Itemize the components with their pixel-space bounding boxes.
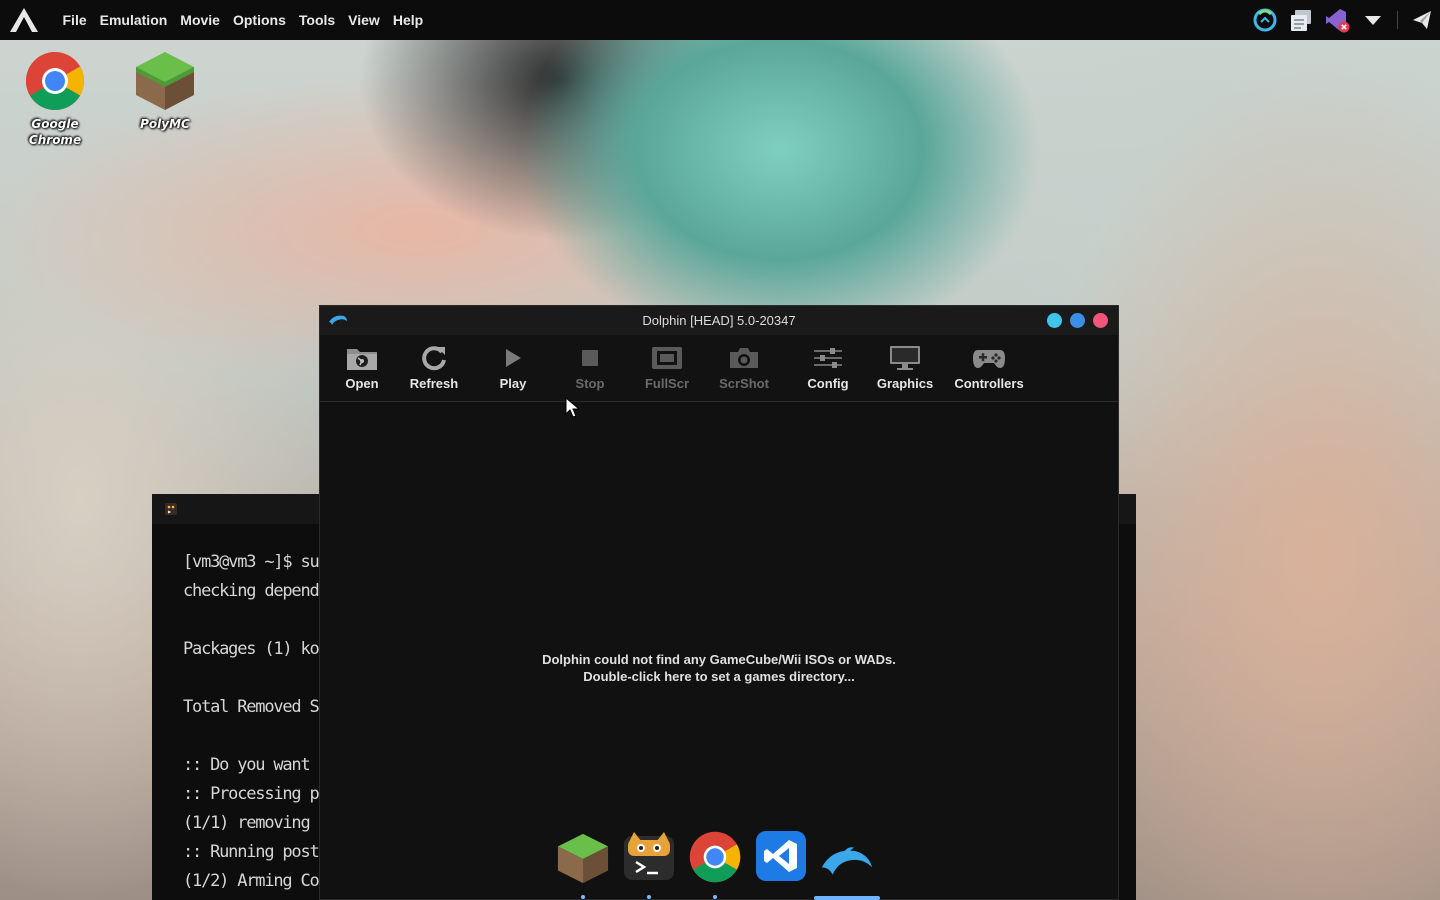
desktop-icon-polymc[interactable]: PolyMC <box>120 50 210 132</box>
menu-movie[interactable]: Movie <box>174 0 227 40</box>
dock-item-dolphin[interactable] <box>814 830 880 900</box>
menu-tools[interactable]: Tools <box>292 0 341 40</box>
graphics-button[interactable]: Graphics <box>876 335 934 402</box>
stop-icon <box>580 343 600 373</box>
sliders-icon <box>812 343 844 373</box>
empty-message-line: Double-click here to set a games directo… <box>583 669 855 684</box>
dolphin-toolbar: Open Refresh Play Stop FullScr ScrShot C… <box>320 335 1118 402</box>
application-menu: File Emulation Movie Options Tools View … <box>56 0 430 40</box>
menu-help[interactable]: Help <box>386 0 429 40</box>
close-button[interactable] <box>1093 313 1108 328</box>
open-label: Open <box>345 376 379 391</box>
screenshot-button[interactable]: ScrShot <box>711 335 777 402</box>
terminal-icon <box>624 832 674 880</box>
chrome-icon <box>689 831 741 883</box>
game-list-area[interactable]: Dolphin could not find any GameCube/Wii … <box>320 403 1118 900</box>
menu-file[interactable]: File <box>56 0 93 40</box>
refresh-label: Refresh <box>409 376 459 391</box>
minimize-button[interactable] <box>1047 313 1062 328</box>
dolphin-app-icon <box>329 315 347 325</box>
vscode-icon <box>756 831 806 881</box>
notification-icon[interactable] <box>1404 0 1440 40</box>
menu-emulation[interactable]: Emulation <box>93 0 174 40</box>
play-icon <box>503 343 523 373</box>
dock-item-terminal[interactable] <box>622 830 676 900</box>
play-button[interactable]: Play <box>469 335 557 402</box>
desktop-icon-label: Google <box>31 117 79 131</box>
stop-label: Stop <box>575 376 605 391</box>
dock-item-polymc[interactable] <box>556 830 610 900</box>
config-button[interactable]: Config <box>777 335 879 402</box>
refresh-button[interactable]: Refresh <box>399 335 469 402</box>
polymc-icon <box>557 833 609 884</box>
running-indicator <box>713 895 717 899</box>
dolphin-titlebar[interactable]: Dolphin [HEAD] 5.0-20347 <box>320 306 1118 335</box>
fullscreen-label: FullScr <box>644 376 690 391</box>
menu-options[interactable]: Options <box>226 0 292 40</box>
dock-item-vscode[interactable] <box>754 830 808 900</box>
graphics-label: Graphics <box>876 376 934 391</box>
chrome-icon <box>26 52 84 110</box>
play-label: Play <box>499 376 527 391</box>
clipboard-icon[interactable] <box>1283 0 1319 40</box>
running-indicator <box>647 895 651 899</box>
empty-game-list-message[interactable]: Dolphin could not find any GameCube/Wii … <box>320 651 1118 685</box>
controllers-button[interactable]: Controllers <box>931 335 1047 402</box>
tray-separator <box>1397 11 1398 29</box>
vscode-error-icon[interactable] <box>1319 0 1355 40</box>
camera-icon <box>728 343 760 373</box>
dolphin-window: Dolphin [HEAD] 5.0-20347 Open Refresh Pl… <box>319 305 1119 900</box>
active-indicator <box>814 896 880 900</box>
empty-message-line: Dolphin could not find any GameCube/Wii … <box>542 652 896 667</box>
mouse-cursor-icon <box>565 397 581 418</box>
sync-icon[interactable] <box>1247 0 1283 40</box>
dropdown-arrow-icon[interactable] <box>1355 0 1391 40</box>
dolphin-icon <box>821 847 873 875</box>
system-tray <box>1247 0 1440 40</box>
maximize-button[interactable] <box>1070 313 1085 328</box>
monitor-icon <box>889 343 921 373</box>
fullscreen-button[interactable]: FullScr <box>623 335 711 402</box>
screenshot-label: ScrShot <box>719 376 769 391</box>
controllers-label: Controllers <box>954 376 1024 391</box>
desktop-icon-label: PolyMC <box>140 117 190 131</box>
stop-button[interactable]: Stop <box>557 335 623 402</box>
fullscreen-icon <box>651 343 683 373</box>
polymc-icon <box>136 52 194 110</box>
menu-view[interactable]: View <box>342 0 387 40</box>
window-controls <box>1047 313 1108 328</box>
refresh-icon <box>420 343 448 373</box>
top-menu-bar: File Emulation Movie Options Tools View … <box>0 0 1440 40</box>
dock <box>556 830 880 900</box>
desktop-icon-google-chrome[interactable]: Google Chrome <box>10 50 100 148</box>
running-indicator <box>581 895 585 899</box>
open-button[interactable]: Open <box>325 335 399 402</box>
terminal-app-icon <box>165 503 177 515</box>
desktop-icon-label: Chrome <box>28 133 82 147</box>
gamepad-icon <box>972 343 1006 373</box>
folder-open-icon <box>346 343 378 373</box>
dock-item-google-chrome[interactable] <box>688 830 742 900</box>
window-title: Dolphin [HEAD] 5.0-20347 <box>642 313 796 328</box>
config-label: Config <box>807 376 849 391</box>
arch-logo-icon[interactable] <box>0 0 48 40</box>
